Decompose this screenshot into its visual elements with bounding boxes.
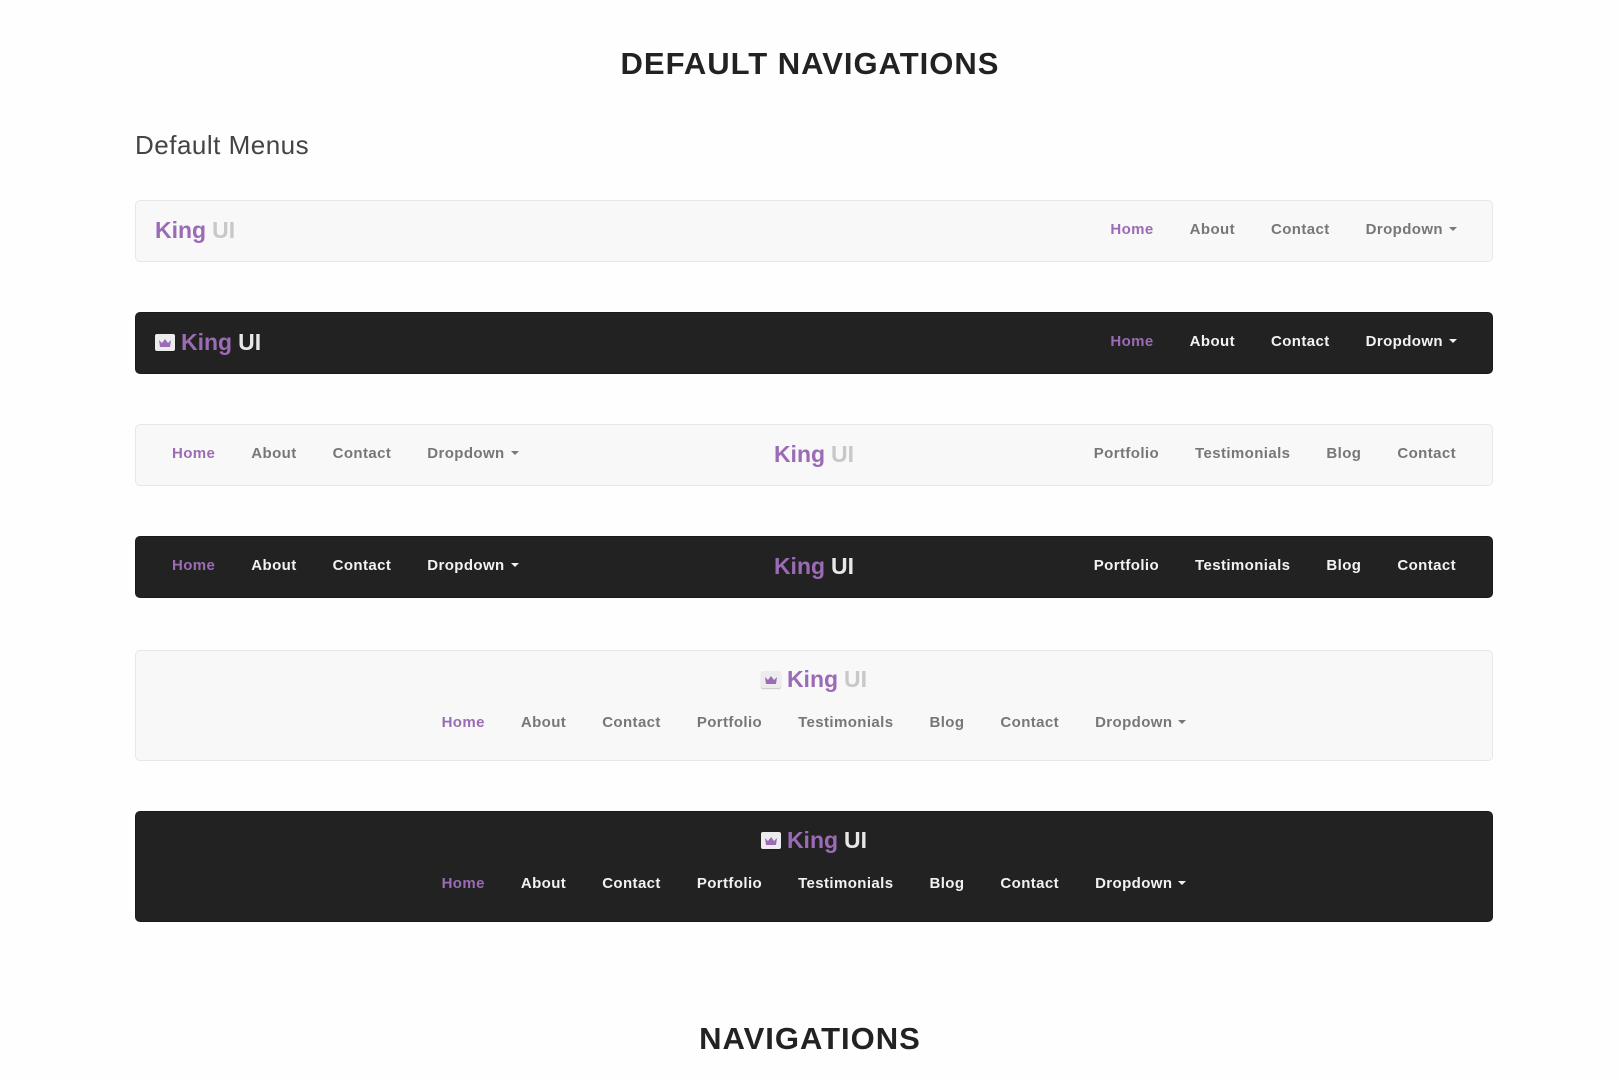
dropdown-label: Dropdown: [1365, 333, 1443, 350]
nav-item-dropdown[interactable]: Dropdown: [1348, 221, 1475, 238]
nav-item-dropdown[interactable]: Dropdown: [1348, 333, 1475, 350]
brand-link[interactable]: King UI: [155, 217, 235, 244]
nav-item-blog[interactable]: Blog: [1308, 445, 1379, 462]
brand-ui: UI: [844, 827, 868, 853]
nav-links: Home About Contact Dropdown: [1092, 221, 1475, 238]
nav-links: Home About Contact Portfolio Testimonial…: [136, 714, 1492, 731]
navbar-dark-split: Home About Contact Dropdown King UI Port…: [135, 536, 1493, 598]
nav-item-about[interactable]: About: [503, 875, 584, 892]
nav-item-contact[interactable]: Contact: [584, 714, 679, 731]
brand-ui: UI: [238, 329, 262, 355]
brand-link[interactable]: King UI: [155, 329, 261, 356]
nav-item-contact[interactable]: Contact: [1379, 557, 1474, 574]
nav-item-about[interactable]: About: [503, 714, 584, 731]
nav-item-home[interactable]: Home: [1092, 221, 1171, 238]
nav-item-contact[interactable]: Contact: [584, 875, 679, 892]
brand-link[interactable]: King UI: [136, 827, 1492, 854]
navbar-light-stacked: King UI Home About Contact Portfolio Tes…: [135, 650, 1493, 761]
crown-icon: [760, 671, 781, 688]
nav-links: Home About Contact Portfolio Testimonial…: [136, 875, 1492, 892]
nav-item-dropdown[interactable]: Dropdown: [1077, 875, 1204, 892]
nav-item-about[interactable]: About: [1172, 221, 1253, 238]
brand-king: King: [181, 329, 233, 355]
nav-links: Home About Contact Dropdown: [1092, 333, 1475, 350]
dropdown-label: Dropdown: [1095, 875, 1173, 892]
navigations-title: NAVIGATIONS: [699, 1021, 921, 1056]
navbar-light-default: King UI Home About Contact Dropdown: [135, 200, 1493, 262]
dropdown-label: Dropdown: [1365, 221, 1443, 238]
nav-item-home[interactable]: Home: [424, 714, 503, 731]
page-title: DEFAULT NAVIGATIONS: [620, 46, 1000, 81]
brand-ui: UI: [212, 217, 236, 243]
nav-item-home[interactable]: Home: [1092, 333, 1171, 350]
nav-item-contact[interactable]: Contact: [1379, 445, 1474, 462]
brand-ui: UI: [844, 666, 868, 692]
brand-king: King: [773, 553, 826, 579]
nav-item-testimonials[interactable]: Testimonials: [780, 714, 911, 731]
crown-icon: [760, 832, 781, 849]
nav-item-about[interactable]: About: [1172, 333, 1253, 350]
brand-ui: UI: [831, 441, 855, 467]
brand-king: King: [786, 666, 839, 692]
brand-king: King: [786, 827, 839, 853]
nav-item-dropdown[interactable]: Dropdown: [1077, 714, 1204, 731]
nav-links-right: Portfolio Testimonials Blog Contact: [1076, 445, 1474, 462]
caret-down-icon: [1449, 339, 1457, 344]
nav-item-portfolio[interactable]: Portfolio: [679, 714, 780, 731]
nav-item-blog[interactable]: Blog: [911, 875, 982, 892]
dropdown-label: Dropdown: [1095, 714, 1173, 731]
nav-item-portfolio[interactable]: Portfolio: [1076, 557, 1177, 574]
nav-item-contact[interactable]: Contact: [1253, 333, 1348, 350]
navbar-dark-stacked: King UI Home About Contact Portfolio Tes…: [135, 811, 1493, 922]
nav-item-contact[interactable]: Contact: [1253, 221, 1348, 238]
nav-item-contact[interactable]: Contact: [982, 714, 1077, 731]
nav-item-portfolio[interactable]: Portfolio: [679, 875, 780, 892]
nav-item-testimonials[interactable]: Testimonials: [1177, 445, 1308, 462]
nav-item-testimonials[interactable]: Testimonials: [780, 875, 911, 892]
brand-link[interactable]: King UI: [136, 666, 1492, 693]
caret-down-icon: [1178, 720, 1187, 725]
section-title: Default Menus: [135, 130, 310, 160]
brand-king: King: [155, 217, 207, 243]
caret-down-icon: [1178, 881, 1187, 886]
nav-links-right: Portfolio Testimonials Blog Contact: [1076, 557, 1474, 574]
brand-king: King: [773, 441, 826, 467]
nav-item-blog[interactable]: Blog: [1308, 557, 1379, 574]
navbar-dark-default: King UI Home About Contact Dropdown: [135, 312, 1493, 374]
caret-down-icon: [1449, 227, 1457, 232]
brand-ui: UI: [831, 553, 855, 579]
nav-item-home[interactable]: Home: [424, 875, 503, 892]
nav-item-testimonials[interactable]: Testimonials: [1177, 557, 1308, 574]
nav-item-contact[interactable]: Contact: [982, 875, 1077, 892]
navbar-light-split: Home About Contact Dropdown King UI Port…: [135, 424, 1493, 486]
nav-item-blog[interactable]: Blog: [911, 714, 982, 731]
nav-item-portfolio[interactable]: Portfolio: [1076, 445, 1177, 462]
crown-icon: [155, 334, 175, 351]
